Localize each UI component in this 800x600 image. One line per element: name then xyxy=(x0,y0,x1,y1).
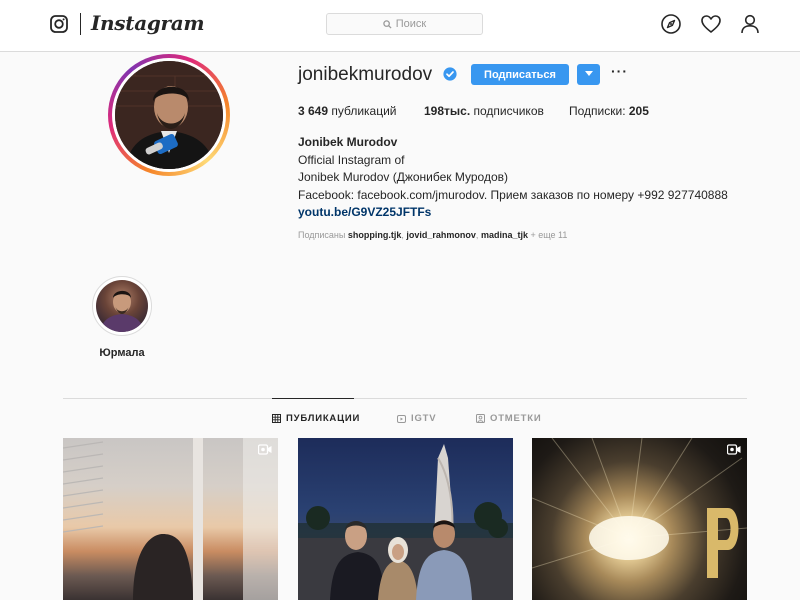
mutual-follower-link[interactable]: jovid_rahmonov xyxy=(406,230,476,240)
active-tab-indicator xyxy=(272,398,354,399)
heart-icon[interactable] xyxy=(700,13,722,35)
tab-igtv[interactable]: IGTV xyxy=(397,413,436,424)
followed-by-line[interactable]: Подписаны shopping.tjk, jovid_rahmonov, … xyxy=(298,230,567,240)
post-image-light-burst xyxy=(532,438,747,578)
tabs-divider xyxy=(63,398,747,399)
more-options-button[interactable]: ··· xyxy=(611,63,628,79)
profile-bio: Jonibek Murodov Official Instagram of Jo… xyxy=(298,134,728,222)
story-highlight[interactable] xyxy=(92,276,152,336)
mutual-follower-link[interactable]: madina_tjk xyxy=(481,230,528,240)
followers-count-value: 198тыс. xyxy=(424,104,471,118)
following-count[interactable]: Подписки: 205 xyxy=(569,104,649,118)
following-count-value: 205 xyxy=(628,104,649,118)
post-image-window-sunset xyxy=(63,438,278,600)
posts-count-value: 3 649 xyxy=(298,104,329,118)
instagram-wordmark[interactable]: Instagram xyxy=(91,11,205,35)
mutual-follower-link[interactable]: shopping.tjk xyxy=(348,230,402,240)
igtv-icon xyxy=(397,415,406,423)
posts-count-label: публикаций xyxy=(331,104,397,118)
profile-icon[interactable] xyxy=(739,13,761,35)
tab-posts[interactable]: ПУБЛИКАЦИИ xyxy=(272,413,360,424)
post-thumbnail[interactable] xyxy=(298,438,513,600)
followed-by-more: + еще 11 xyxy=(530,230,568,240)
tab-igtv-label: IGTV xyxy=(411,413,437,424)
follow-button[interactable]: Подписаться xyxy=(471,64,569,85)
post-image-group-photo xyxy=(298,444,513,600)
video-camera-icon xyxy=(258,444,272,455)
followed-by-prefix: Подписаны xyxy=(298,230,346,240)
profile-full-name: Jonibek Murodov xyxy=(298,135,398,149)
profile-avatar-story-ring[interactable] xyxy=(108,54,230,176)
post-thumbnail[interactable] xyxy=(532,438,747,600)
instagram-glyph-icon[interactable] xyxy=(50,15,68,33)
highlight-cover-image xyxy=(96,280,148,332)
top-navigation-bar: Instagram Поиск xyxy=(0,0,800,52)
bio-line: Jonibek Murodov (Джонибек Муродов) xyxy=(298,170,508,184)
avatar xyxy=(115,61,223,169)
bio-line: Facebook: facebook.com/jmurodov. Прием з… xyxy=(298,187,728,202)
tab-posts-label: ПУБЛИКАЦИИ xyxy=(286,413,361,424)
grid-icon xyxy=(272,414,281,423)
suggestions-dropdown-button[interactable] xyxy=(577,64,600,85)
verified-badge-icon xyxy=(443,67,457,81)
search-placeholder: Поиск xyxy=(395,18,427,30)
post-thumbnail[interactable] xyxy=(63,438,278,600)
followers-count[interactable]: 198тыс. подписчиков xyxy=(424,104,544,118)
tab-tagged[interactable]: ОТМЕТКИ xyxy=(476,413,541,424)
profile-username: jonibekmurodov xyxy=(298,64,433,85)
search-icon xyxy=(383,19,392,29)
bio-line: Official Instagram of xyxy=(298,152,405,167)
following-count-label: Подписки: xyxy=(569,104,626,118)
explore-compass-icon[interactable] xyxy=(660,13,682,35)
tab-tagged-label: ОТМЕТКИ xyxy=(490,413,542,424)
logo-divider xyxy=(80,13,81,35)
posts-count: 3 649 публикаций xyxy=(298,104,397,118)
search-input[interactable]: Поиск xyxy=(326,13,483,35)
tagged-icon xyxy=(476,414,485,423)
avatar-portrait-graphic xyxy=(115,61,223,169)
followers-count-label: подписчиков xyxy=(473,104,544,118)
video-camera-icon xyxy=(727,444,741,455)
bio-external-link[interactable]: youtu.be/G9VZ25JFTFs xyxy=(298,204,728,222)
triangle-down-icon xyxy=(584,71,593,76)
highlight-portrait-graphic xyxy=(100,290,144,332)
highlight-label: Юрмала xyxy=(99,347,145,359)
